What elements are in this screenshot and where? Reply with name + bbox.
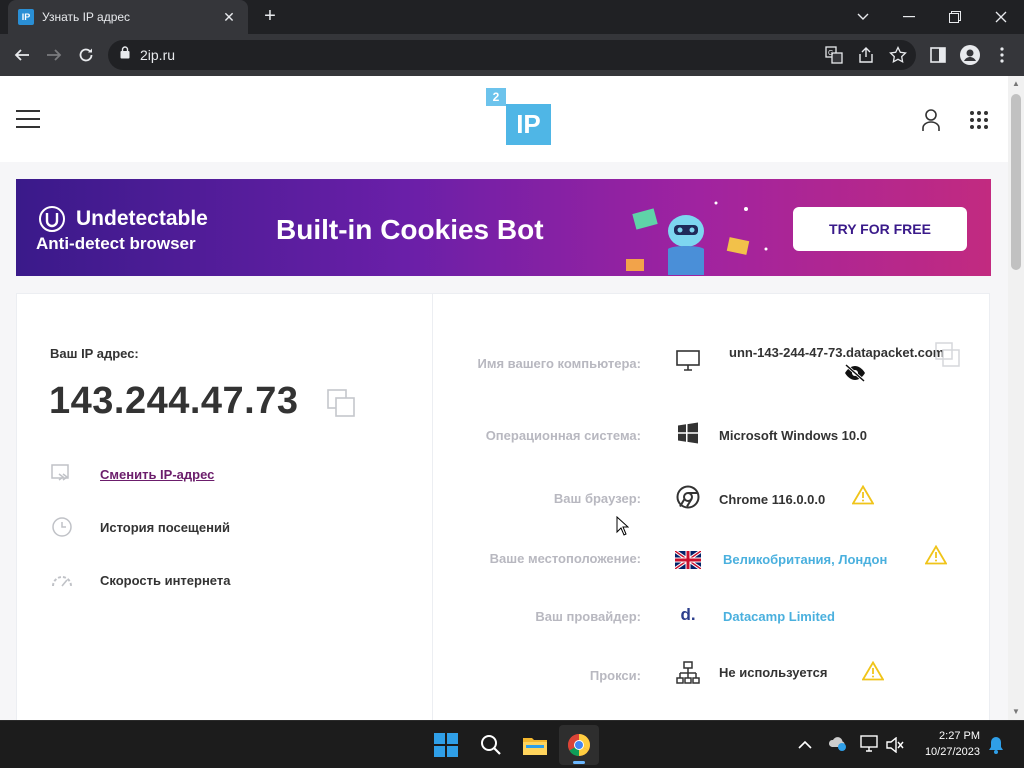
onedrive-icon[interactable]: [828, 735, 848, 756]
proxy-label: Прокси:: [589, 668, 641, 683]
os-value: Microsoft Windows 10.0: [719, 428, 867, 443]
lock-icon[interactable]: [120, 46, 130, 64]
browser-value: Chrome 116.0.0.0: [719, 492, 826, 507]
network-tray-icon[interactable]: [860, 735, 880, 758]
user-account-icon[interactable]: [921, 108, 941, 137]
robot-illustration-icon: [616, 189, 786, 276]
location-warning-icon[interactable]: [925, 545, 947, 565]
start-button[interactable]: [426, 725, 466, 765]
browser-toolbar: 2ip.ru G: [0, 34, 1024, 76]
tab-search-button[interactable]: [840, 0, 886, 34]
restore-button[interactable]: [932, 0, 978, 34]
os-taskbar: 2:27 PM 10/27/2023: [0, 720, 1024, 768]
ip-info-card: Ваш IP адрес: 143.244.47.73 Сменить IP-а…: [16, 293, 990, 720]
speedometer-icon: [50, 568, 74, 592]
file-explorer-icon[interactable]: [515, 725, 555, 765]
mouse-cursor-icon: [616, 515, 630, 541]
tab-title: Узнать IP адрес: [42, 10, 131, 24]
logo-ip-icon[interactable]: IP: [506, 104, 551, 145]
change-ip-link[interactable]: Сменить IP-адрес: [100, 467, 214, 482]
menu-speed[interactable]: Скорость интернета: [50, 568, 230, 592]
close-icon[interactable]: ✕: [220, 9, 238, 26]
svg-text:G: G: [828, 50, 833, 57]
banner-brand: Undetectable: [76, 207, 208, 230]
menu-history[interactable]: История посещений: [50, 515, 230, 539]
browser-label: Ваш браузер:: [553, 491, 641, 506]
provider-icon: d.: [680, 605, 696, 624]
ad-banner[interactable]: Undetectable Anti-detect browser Built-i…: [16, 179, 991, 276]
notification-bell-icon[interactable]: [988, 736, 1004, 759]
share-icon[interactable]: [854, 43, 878, 67]
card-divider: [432, 294, 433, 720]
chrome-icon: [675, 484, 701, 510]
active-app-indicator: [573, 761, 585, 764]
logo-2-icon[interactable]: 2: [486, 88, 506, 106]
address-bar[interactable]: 2ip.ru: [108, 40, 916, 70]
network-icon: [675, 660, 701, 686]
chrome-taskbar-icon[interactable]: [559, 725, 599, 765]
close-window-button[interactable]: [978, 0, 1024, 34]
hostname-label: Имя вашего компьютера:: [477, 356, 641, 371]
back-button[interactable]: [6, 39, 38, 71]
proxy-value: Не используется: [719, 665, 828, 680]
page-content: 2 IP Undetectable Anti-detect browser Bu…: [0, 76, 1008, 720]
copy-hostname-icon[interactable]: [935, 342, 961, 373]
volume-muted-icon[interactable]: [886, 736, 904, 758]
site-header: 2 IP: [0, 76, 1008, 162]
monitor-icon: [675, 348, 701, 374]
url-text[interactable]: 2ip.ru: [140, 47, 175, 63]
tab-bar: IP Узнать IP адрес ✕ +: [0, 0, 1024, 34]
ip-address[interactable]: 143.244.47.73: [49, 380, 299, 423]
new-tab-button[interactable]: +: [259, 6, 281, 28]
scroll-down-icon[interactable]: ▼: [1011, 707, 1021, 717]
browser-warning-icon[interactable]: [852, 485, 874, 505]
proxy-warning-icon[interactable]: [862, 661, 884, 681]
speed-link[interactable]: Скорость интернета: [100, 573, 230, 588]
scroll-up-icon[interactable]: ▲: [1011, 79, 1021, 89]
scrollbar-thumb[interactable]: [1011, 94, 1021, 270]
provider-label: Ваш провайдер:: [535, 609, 641, 624]
history-link[interactable]: История посещений: [100, 520, 230, 535]
location-link[interactable]: Великобритания, Лондон: [723, 552, 887, 567]
ip-label: Ваш IP адрес:: [50, 346, 139, 361]
taskbar-search-icon[interactable]: [471, 725, 511, 765]
apps-grid-icon[interactable]: [969, 110, 989, 135]
clock-time[interactable]: 2:27 PM: [918, 730, 980, 742]
favicon-icon: IP: [18, 9, 34, 25]
bookmark-star-icon[interactable]: [886, 43, 910, 67]
tab-active[interactable]: IP Узнать IP адрес ✕: [8, 0, 248, 34]
menu-change-ip[interactable]: Сменить IP-адрес: [50, 462, 214, 486]
os-label: Операционная система:: [485, 428, 641, 443]
side-panel-icon[interactable]: [926, 43, 950, 67]
banner-title: Built-in Cookies Bot: [276, 214, 544, 245]
banner-subtitle: Anti-detect browser: [36, 234, 196, 253]
history-icon: [50, 515, 74, 539]
profile-icon[interactable]: [958, 43, 982, 67]
tray-chevron-icon[interactable]: [798, 737, 812, 755]
hide-eye-icon[interactable]: [843, 363, 867, 387]
provider-link[interactable]: Datacamp Limited: [723, 609, 835, 624]
try-for-free-button[interactable]: TRY FOR FREE: [793, 207, 967, 251]
uk-flag-icon: [675, 547, 701, 573]
hostname-value[interactable]: unn-143-244-47-73.datapacket.com: [729, 345, 944, 360]
forward-button[interactable]: [38, 39, 70, 71]
copy-ip-icon[interactable]: [327, 389, 355, 422]
windows-icon: [675, 420, 701, 446]
location-label: Ваше местоположение:: [489, 551, 641, 566]
translate-icon[interactable]: G: [822, 43, 846, 67]
reload-button[interactable]: [70, 39, 102, 71]
change-ip-icon: [50, 462, 74, 486]
hamburger-menu-icon[interactable]: [16, 110, 40, 133]
kebab-menu-icon[interactable]: [990, 43, 1014, 67]
clock-date[interactable]: 10/27/2023: [908, 746, 980, 758]
minimize-button[interactable]: [886, 0, 932, 34]
